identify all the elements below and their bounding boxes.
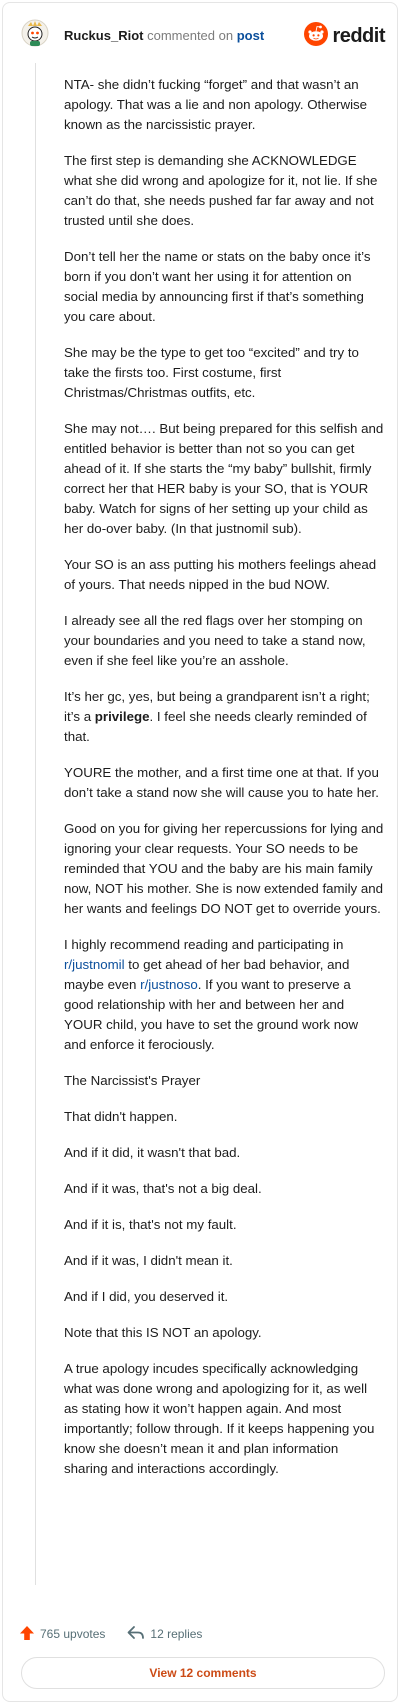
subreddit-link-justnoso[interactable]: r/justnoso: [140, 977, 198, 992]
paragraph: Don’t tell her the name or stats on the …: [64, 249, 371, 324]
upvote-arrow-icon: [19, 1625, 35, 1644]
bold-text: privilege: [94, 709, 150, 724]
paragraph: She may be the type to get too “excited”…: [64, 345, 359, 400]
paragraph: Your SO is an ass putting his mothers fe…: [64, 557, 377, 592]
paragraph: She may not…. But being prepared for thi…: [64, 421, 384, 536]
reply-count: 12 replies: [150, 1627, 203, 1641]
paragraph: Good on you for giving her repercussions…: [64, 821, 384, 916]
replies-button[interactable]: 12 replies: [127, 1625, 202, 1644]
username-link[interactable]: Ruckus_Riot: [64, 28, 143, 43]
reply-arrow-icon: [127, 1625, 145, 1644]
paragraph: And if it was, I didn't mean it.: [64, 1253, 233, 1268]
upvote-button[interactable]: 765 upvotes: [19, 1625, 105, 1644]
post-link[interactable]: post: [237, 28, 264, 43]
paragraph: And if it was, that's not a big deal.: [64, 1181, 262, 1196]
reddit-brand[interactable]: reddit: [304, 21, 385, 51]
paragraph: YOURE the mother, and a first time one a…: [64, 765, 379, 800]
comment-body: NTA- she didn’t fucking “forget” and tha…: [64, 75, 384, 1495]
paragraph: Note that this IS NOT an apology.: [64, 1325, 262, 1340]
brand-wordmark: reddit: [332, 24, 385, 47]
paragraph: A true apology incudes specifically ackn…: [64, 1361, 375, 1476]
comment-actions: 765 upvotes 12 replies: [19, 1623, 224, 1645]
paragraph: I already see all the red flags over her…: [64, 613, 366, 668]
comment-meta: Ruckus_Riot commented on post: [64, 28, 264, 44]
text-run: I highly recommend reading and participa…: [64, 937, 344, 952]
thread-line: [35, 63, 36, 1585]
paragraph: The first step is demanding she ACKNOWLE…: [64, 153, 378, 228]
view-comments-button[interactable]: View 12 comments: [21, 1657, 385, 1689]
paragraph: And if it is, that's not my fault.: [64, 1217, 237, 1232]
snoo-avatar-icon[interactable]: [21, 19, 49, 47]
paragraph: I highly recommend reading and participa…: [64, 935, 384, 1055]
paragraph: That didn't happen.: [64, 1109, 178, 1124]
meta-verb: commented on: [147, 28, 234, 43]
upvote-count: 765 upvotes: [40, 1627, 106, 1641]
paragraph: It’s her gc, yes, but being a grandparen…: [64, 687, 384, 747]
reddit-logo-icon: [304, 21, 329, 51]
subreddit-link-justnomil[interactable]: r/justnomil: [64, 957, 125, 972]
paragraph: The Narcissist's Prayer: [64, 1073, 201, 1088]
paragraph: And if I did, you deserved it.: [64, 1289, 229, 1304]
comment-card: Ruckus_Riot commented on post reddit NTA…: [2, 2, 398, 1702]
comment-header: Ruckus_Riot commented on post reddit: [21, 17, 385, 57]
paragraph: And if it did, it wasn't that bad.: [64, 1145, 241, 1160]
paragraph: NTA- she didn’t fucking “forget” and tha…: [64, 77, 368, 132]
